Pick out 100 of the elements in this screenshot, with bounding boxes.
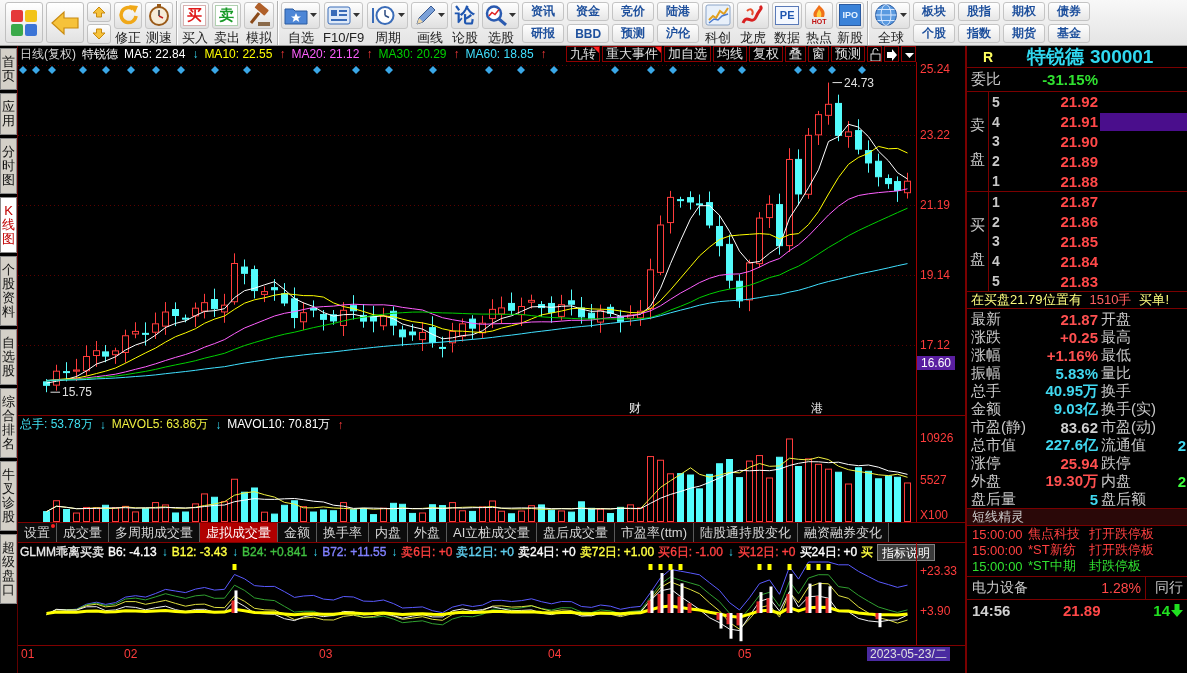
stat-label: 涨跌 [971,327,1001,347]
indicator-axis-label: +3.90 [920,604,951,618]
indicator-tab[interactable]: 多周期成交量 [109,523,200,542]
side-tab[interactable]: 应用 [0,93,17,135]
chart-tool-button[interactable]: 重大事件 [602,46,662,62]
indicator-tab[interactable]: 外盘 [408,523,447,542]
stat-value: 9.03亿 [1053,399,1098,419]
month-label: 05 [738,647,752,661]
price-axis-label: 19.14 [920,268,951,282]
event-stock[interactable]: *ST中期 [1028,557,1089,575]
low-price-label: 15.75 [62,385,93,400]
level-number: 3 [991,133,1001,150]
trend-arrow: ↓ [192,47,199,61]
leader-line [832,82,843,84]
indicator-tab[interactable]: 陆股通持股变化 [694,523,798,542]
leader-line [50,391,61,393]
trend-arrow: ↑ [540,47,547,61]
stat-value: 227.6亿 [1045,435,1098,455]
peer-tab[interactable]: 同行 [1145,577,1187,599]
toolbar-button[interactable]: 竞价 [612,2,655,21]
right-arrow-icon[interactable] [884,46,899,62]
stat-label: 振幅 [971,363,1001,383]
diamond-marker-icon [211,66,219,74]
toolbar-button[interactable]: 债券 [1048,2,1091,21]
indicator-help-button[interactable]: 指标说明 [877,543,936,561]
indicator-tab[interactable]: 设置 [18,523,57,542]
four-squares-icon [10,8,38,37]
sector-change: 1.28% [1100,580,1142,596]
diamond-marker-icon [48,66,56,74]
moving-average-value: MA30: 20.29 [378,47,447,61]
order-price: 21.91 [1059,113,1098,131]
toolbar-button[interactable]: 沪伦 [657,24,700,43]
up-button[interactable] [87,1,111,22]
chart-tool-button[interactable]: 均线 [713,46,747,62]
indicator-tab[interactable]: 市盈率(ttm) [615,523,694,542]
side-tab[interactable]: 首页 [0,48,17,90]
toolbar-button[interactable]: 资讯 [522,2,565,21]
trend-arrow: ↑ [453,47,460,61]
indicator-tab[interactable]: 金额 [278,523,317,542]
diamond-marker-icon [809,66,817,74]
level-number: 2 [991,153,1001,170]
toolbar-button[interactable]: 研报 [522,24,565,43]
stat-label: 涨停 [971,453,1001,473]
stat-value: 5.83% [1055,364,1098,382]
indicator-tab[interactable]: 换手率 [317,523,369,542]
stat-label: 最高 [1100,327,1131,347]
back-button[interactable] [46,2,84,43]
side-tab[interactable]: 牛叉诊股 [0,461,17,531]
toolbar-button[interactable]: 股指 [958,2,1001,21]
side-tab[interactable]: 个股资料 [0,256,17,326]
event-stock[interactable]: *ST新纺 [1028,541,1089,559]
side-tab[interactable]: K线图 [0,197,17,253]
down-button[interactable] [87,23,111,44]
order-price: 21.86 [1059,213,1098,231]
indicator-tab[interactable]: 盘后成交量 [537,523,616,542]
side-tab[interactable]: 超级盘口 [0,534,17,604]
stat-label: 金额 [971,399,1001,419]
caret-icon [310,13,317,17]
caret-icon [353,13,361,17]
caret-icon[interactable] [901,46,916,62]
diamond-marker-icon [243,66,251,74]
indicator-tab[interactable]: AI立桩成交量 [447,523,538,542]
toolbar-button[interactable]: 期权 [1003,2,1046,21]
stat-value: 83.62 [1060,418,1098,436]
diamond-marker-icon [152,66,160,74]
indicator-tab[interactable]: 内盘 [369,523,408,542]
order-price: 21.88 [1059,172,1098,190]
toolbar-button[interactable]: 资金 [567,2,610,21]
side-tab[interactable]: 分时图 [0,138,17,194]
side-tab[interactable]: 自选股 [0,329,17,385]
chart-tool-button[interactable]: 加自选 [664,46,711,62]
chart-tool-button[interactable]: 叠 [785,46,806,62]
chart-tool-button[interactable]: 九转 [566,46,600,62]
indicator-tab[interactable]: 成交量 [57,523,109,542]
toolbar-button[interactable]: 板块 [913,2,956,21]
caret-icon [900,13,908,17]
order-price: 21.85 [1059,233,1098,250]
toolbar-button[interactable]: 指数 [958,24,1001,43]
chart-tool-button[interactable]: 窗 [808,46,829,62]
tiles-button[interactable] [5,2,43,43]
chart-tool-button[interactable]: 预测 [831,46,865,62]
toolbar-button[interactable]: 陆港 [657,2,700,21]
toolbar-button[interactable]: 期货 [1003,24,1046,43]
price-axis-label: 23.22 [920,128,951,142]
trend-arrow: ↓ [727,545,734,559]
lock-icon[interactable] [867,46,882,62]
event-stock[interactable]: 焦点科技 [1028,525,1089,543]
side-tab[interactable]: 综合排名 [0,388,17,458]
tick-price: 21.89 [1063,601,1102,619]
chart-tool-button[interactable]: 复权 [749,46,783,62]
indicator-tab[interactable]: 融资融券变化 [798,523,889,542]
ratio-label: 委比 [971,70,1001,89]
moving-average-value: MA20: 21.12 [291,47,360,61]
indicator-tab[interactable]: 虚拟成交量 [200,523,278,542]
tick-time: 14:56 [971,601,1012,619]
toolbar-button[interactable]: 预测 [612,24,655,43]
toolbar-button[interactable]: 基金 [1048,24,1091,43]
toolbar-button[interactable]: BBD [567,24,610,43]
toolbar-button[interactable]: 个股 [913,24,956,43]
diamond-marker-icon [102,66,110,74]
